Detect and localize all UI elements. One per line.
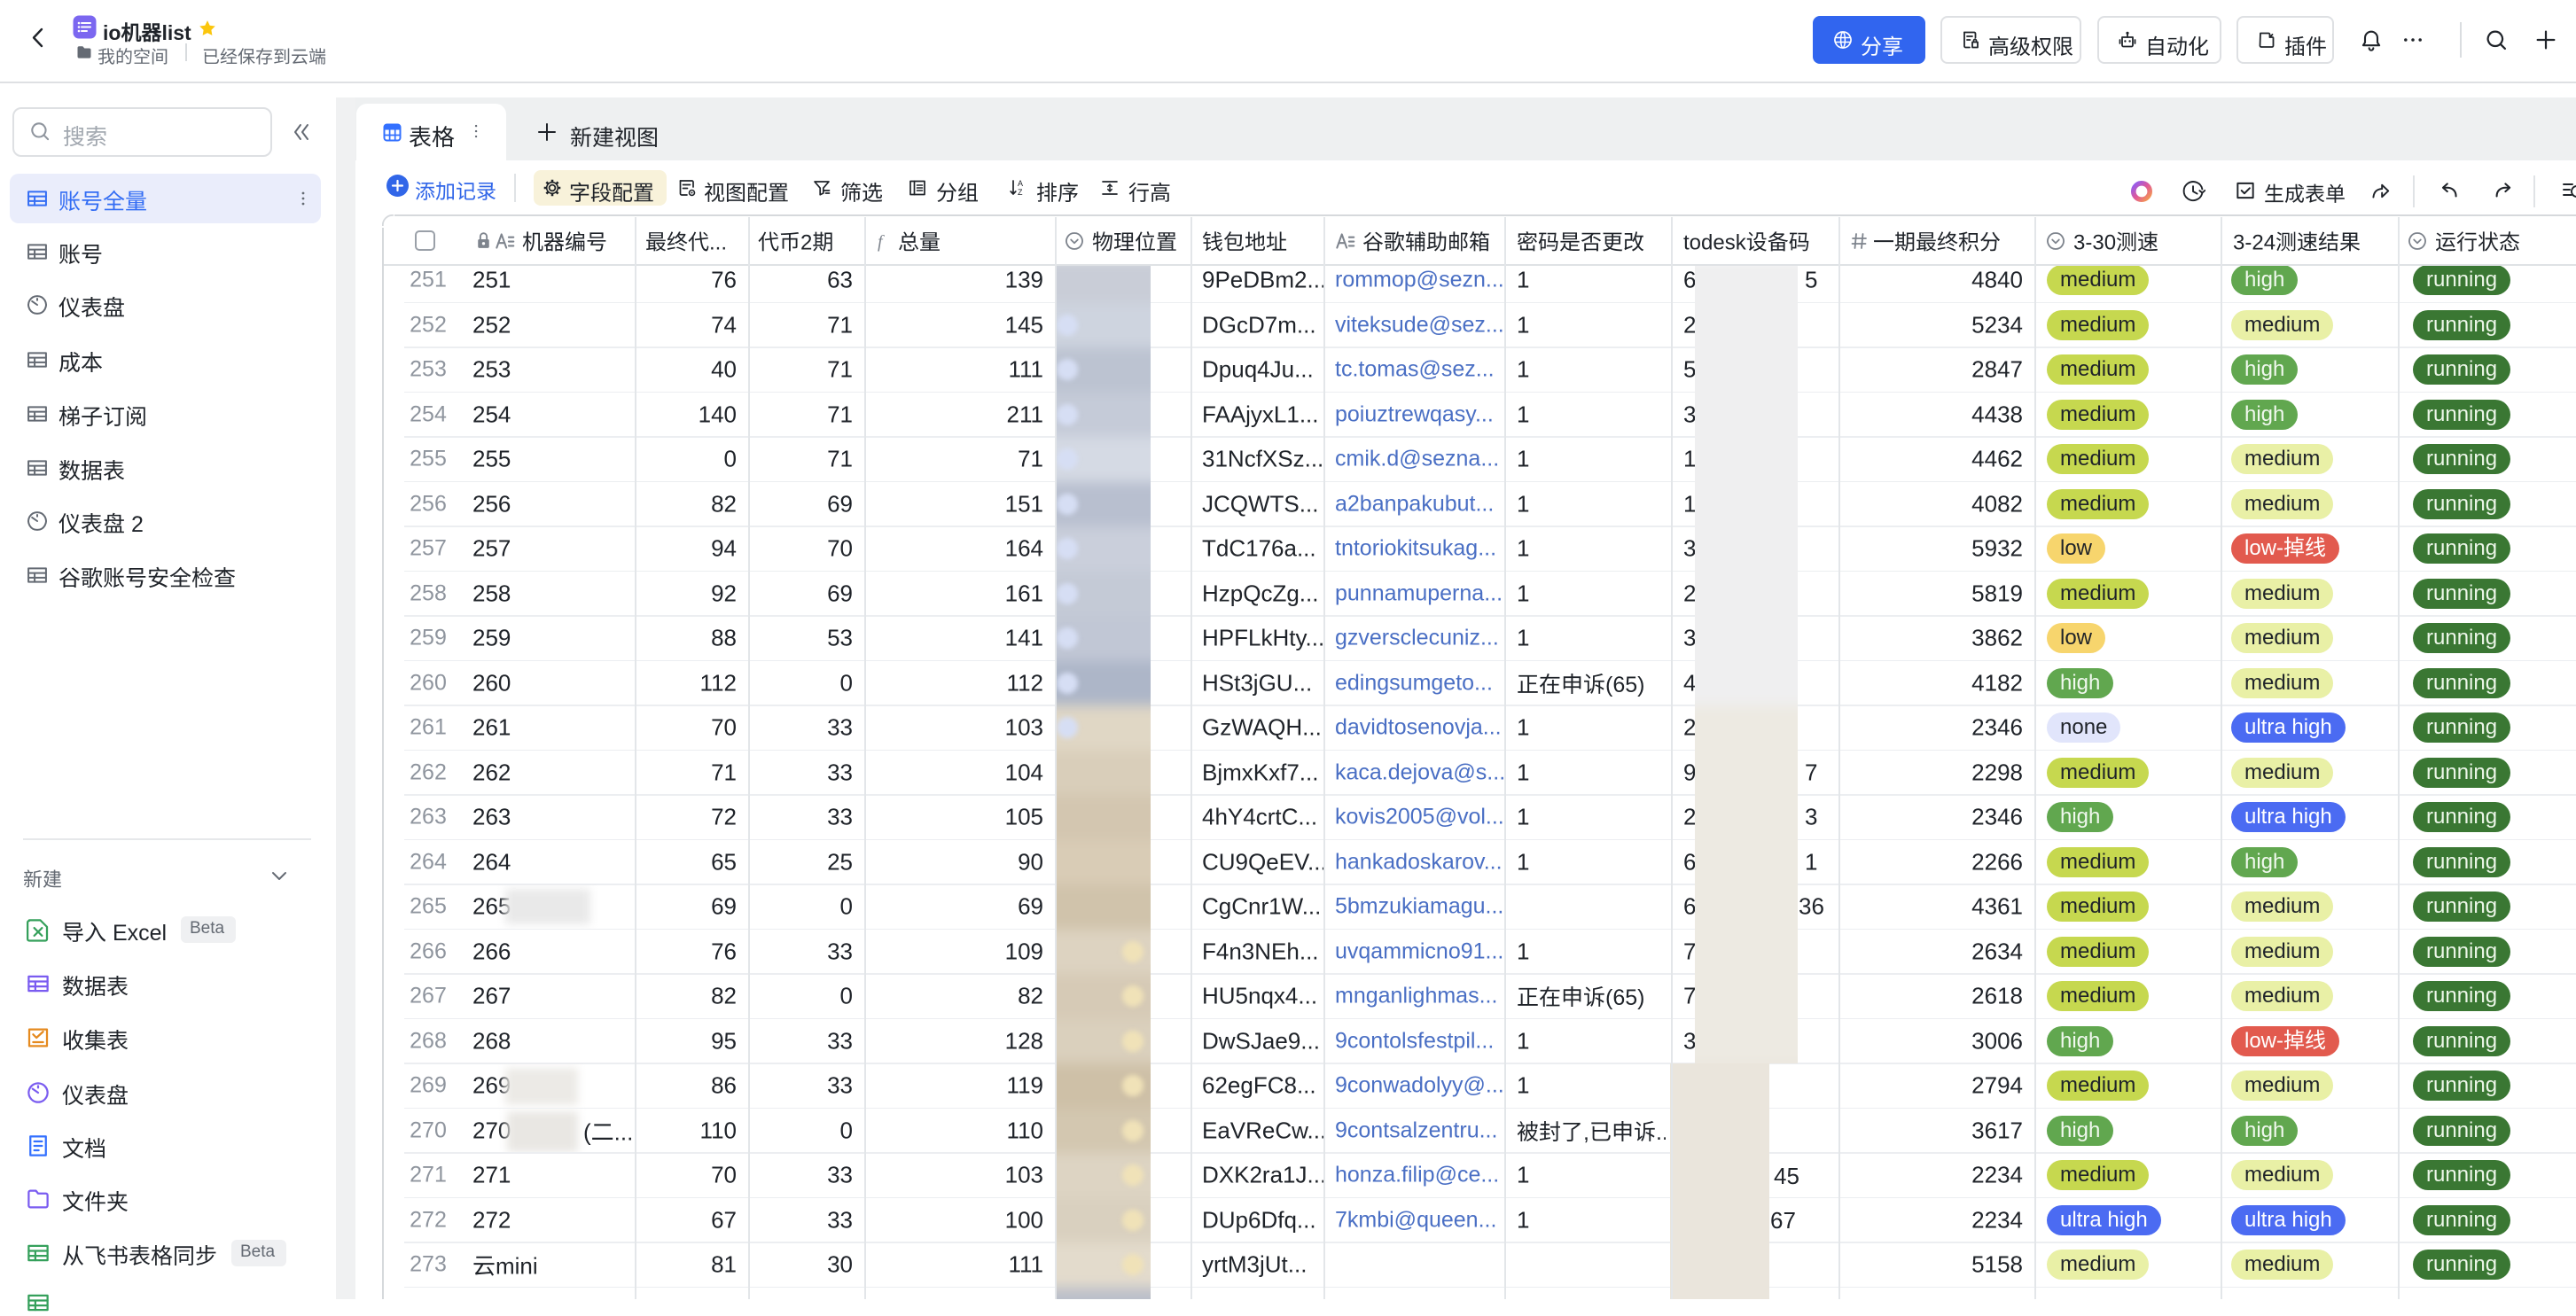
svg-text:Z: Z (1018, 188, 1023, 197)
svg-text:A: A (1018, 179, 1023, 188)
svg-text:f: f (878, 232, 885, 252)
